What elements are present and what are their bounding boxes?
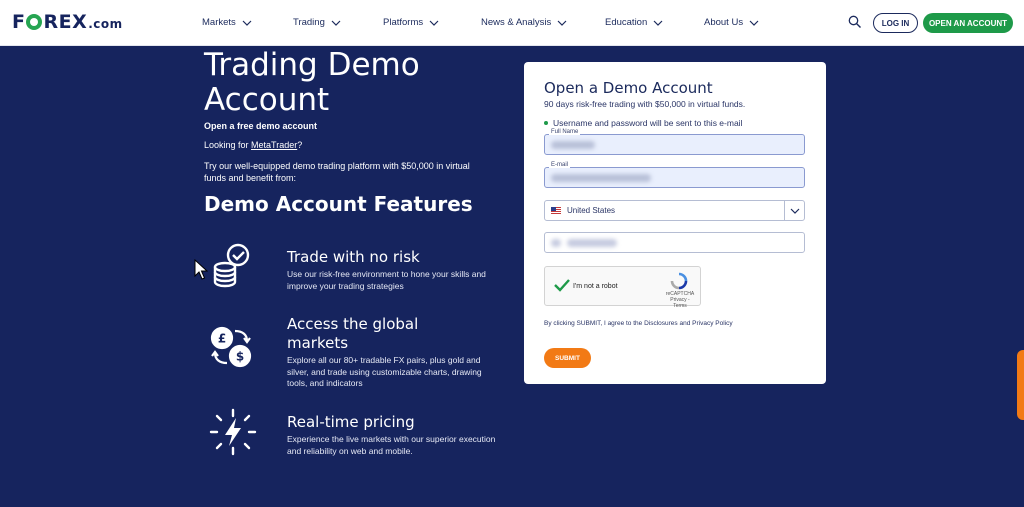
chevron-down-icon — [653, 20, 663, 26]
feature-real-time-pricing: Real-time pricing Experience the live ma… — [287, 413, 497, 457]
mouse-cursor-icon — [194, 259, 208, 280]
logo-suffix: .com — [88, 17, 123, 31]
page-title: Trading Demo Account — [204, 47, 420, 118]
coins-check-icon — [213, 243, 250, 288]
feature-title: Real-time pricing — [287, 413, 415, 431]
submit-button[interactable]: SUBMIT — [544, 348, 591, 368]
recaptcha-widget[interactable]: I'm not a robot reCAPTCHA Privacy - Term… — [544, 266, 701, 309]
site-header: F REX .com Markets Trading Platforms News … — [0, 0, 1024, 46]
checkmark-icon[interactable] — [554, 278, 570, 292]
open-account-button[interactable]: OPEN AN ACCOUNT — [923, 13, 1013, 33]
email-label: E-mail — [549, 162, 571, 168]
country-value: United States — [567, 206, 616, 215]
search-icon[interactable] — [848, 15, 862, 29]
redacted-value — [551, 239, 561, 247]
disclosures-link[interactable]: Disclosures — [644, 320, 678, 327]
recaptcha-logo-icon — [670, 272, 688, 290]
redacted-value — [551, 174, 651, 182]
nav-label: Markets — [202, 17, 236, 28]
consent-prefix: By clicking SUBMIT, I agree to the — [544, 320, 645, 327]
nav-label: Trading — [293, 17, 325, 28]
bullet-icon — [544, 121, 548, 125]
svg-text:$: $ — [236, 350, 244, 364]
logo-letters: REX — [43, 11, 88, 33]
looking-suffix: ? — [297, 140, 303, 150]
country-select[interactable]: United States — [544, 200, 805, 221]
demo-account-form: Open a Demo Account 90 days risk-free tr… — [524, 62, 826, 384]
feature-title: Access the global markets — [287, 315, 419, 352]
consent-text: By clicking SUBMIT, I agree to the Discl… — [544, 320, 733, 327]
nav-label: Education — [605, 17, 648, 28]
logo-letter-f: F — [12, 11, 26, 33]
form-subtitle: 90 days risk-free trading with $50,000 i… — [544, 99, 746, 109]
logo-o-mark — [26, 14, 43, 30]
email-note-text: Username and password will be sent to th… — [553, 118, 743, 128]
lightning-icon — [209, 408, 257, 456]
feature-title: Trade with no risk — [287, 248, 420, 266]
hero-subtitle: Open a free demo account — [204, 121, 318, 131]
looking-prefix: Looking for — [204, 140, 252, 150]
feature-description: Use our risk-free environment to hone yo… — [287, 269, 486, 291]
nav-trading[interactable]: Trading — [293, 17, 341, 28]
email-note: Username and password will be sent to th… — [544, 118, 742, 128]
intro-text: Try our well-equipped demo trading platf… — [204, 161, 470, 183]
recaptcha-text: reCAPTCHA Privacy - Terms — [663, 291, 697, 309]
chevron-down-icon — [429, 20, 439, 26]
currency-exchange-icon: £ $ — [210, 326, 252, 368]
recaptcha-links[interactable]: Privacy - Terms — [663, 297, 697, 309]
redacted-value — [567, 239, 617, 247]
feature-description: Explore all our 80+ tradable FX pairs, p… — [287, 355, 482, 388]
nav-news-analysis[interactable]: News & Analysis — [481, 17, 567, 28]
phone-field[interactable] — [544, 232, 805, 253]
redacted-value — [551, 141, 595, 149]
nav-education[interactable]: Education — [605, 17, 663, 28]
chevron-down-icon — [749, 20, 759, 26]
feature-trade-no-risk: Trade with no risk Use our risk-free env… — [287, 248, 497, 292]
nav-label: About Us — [704, 17, 744, 28]
full-name-label: Full Name — [549, 129, 581, 135]
feature-description: Experience the live markets with our sup… — [287, 434, 496, 456]
us-flag-icon — [551, 207, 561, 214]
consent-mid: and — [677, 320, 693, 327]
nav-platforms[interactable]: Platforms — [383, 17, 439, 28]
nav-label: News & Analysis — [481, 17, 552, 28]
metatrader-line: Looking for MetaTrader? — [204, 140, 302, 150]
chevron-down-icon — [242, 20, 252, 26]
select-chevron[interactable] — [784, 201, 804, 220]
svg-text:£: £ — [218, 332, 226, 346]
chevron-down-icon — [557, 20, 567, 26]
full-name-field[interactable]: Full Name — [544, 129, 805, 155]
nav-about-us[interactable]: About Us — [704, 17, 759, 28]
metatrader-link[interactable]: MetaTrader — [251, 140, 297, 150]
nav-markets[interactable]: Markets — [202, 17, 252, 28]
login-button[interactable]: LOG IN — [873, 13, 918, 33]
nav-label: Platforms — [383, 17, 424, 28]
privacy-policy-link[interactable]: Privacy Policy — [692, 320, 732, 327]
forex-logo[interactable]: F REX .com — [12, 11, 123, 33]
side-feedback-tab[interactable] — [1017, 350, 1024, 420]
chevron-down-icon — [331, 20, 341, 26]
chevron-down-icon — [790, 208, 799, 214]
feature-global-markets: Access the global markets Explore all ou… — [287, 315, 497, 390]
captcha-label: I'm not a robot — [573, 283, 618, 290]
features-heading: Demo Account Features — [204, 192, 473, 216]
form-title: Open a Demo Account — [544, 79, 713, 97]
email-field[interactable]: E-mail — [544, 162, 805, 188]
